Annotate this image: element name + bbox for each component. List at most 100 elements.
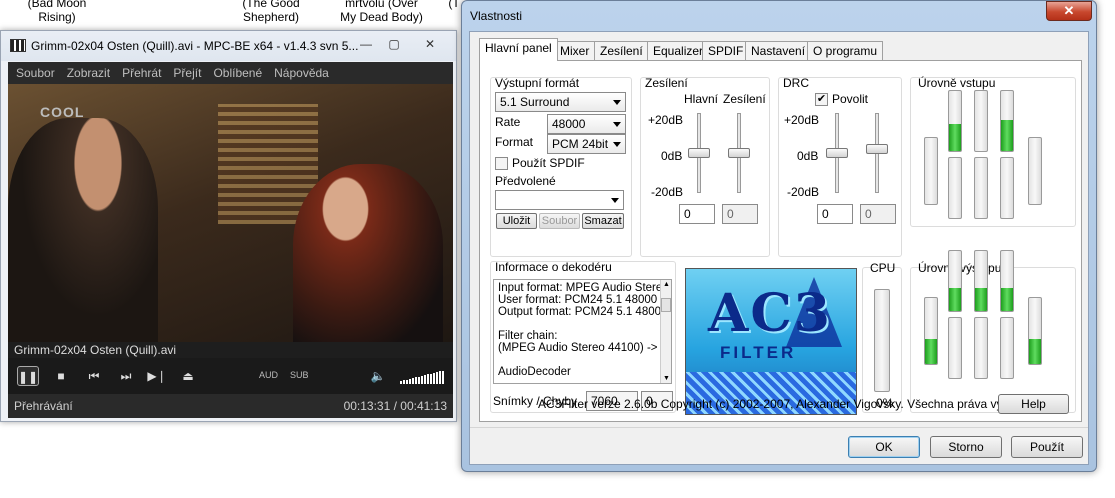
- volume-bar: [433, 372, 435, 384]
- pause-button[interactable]: ❚❚: [17, 366, 39, 386]
- menu-play[interactable]: Přehrát: [114, 62, 165, 80]
- drc-slider-2[interactable]: [866, 144, 888, 154]
- ok-button[interactable]: OK: [848, 436, 920, 458]
- drc-input-1[interactable]: 0: [817, 204, 853, 224]
- volume-bar: [442, 370, 444, 384]
- tab-spdif[interactable]: SPDIF: [702, 41, 750, 60]
- stop-button[interactable]: ■: [50, 366, 72, 386]
- eject-button[interactable]: ⏏: [177, 366, 199, 386]
- dialog-title: Vlastnosti: [470, 9, 523, 23]
- drc-slider-1[interactable]: [826, 148, 848, 158]
- mpc-window: Grimm-02x04 Osten (Quill).avi - MPC-BE x…: [0, 30, 457, 422]
- volume-bar: [409, 378, 411, 384]
- cpu-meter: [874, 289, 890, 392]
- decoder-info-text[interactable]: Input format: MPEG Audio Stereo User form…: [493, 279, 672, 384]
- previous-button[interactable]: ⏮: [83, 366, 105, 386]
- volume-bar: [400, 381, 402, 384]
- spdif-label: Použít SPDIF: [512, 156, 585, 170]
- divider: [470, 427, 1088, 428]
- bg-item-1: (Bad Moon Rising): [27, 0, 87, 24]
- dialog-close-button[interactable]: ✕: [1046, 1, 1092, 21]
- tab-gain[interactable]: Zesílení: [594, 41, 649, 60]
- volume-bar: [439, 371, 441, 384]
- input-level-meter: [974, 157, 988, 219]
- next-button[interactable]: ⏭: [115, 366, 137, 386]
- main-panel: Výstupní formát 5.1 Surround Rate 48000 …: [479, 60, 1082, 422]
- volume-bar: [406, 379, 408, 384]
- master-gain-input[interactable]: 0: [679, 204, 715, 224]
- output-level-meter: [974, 250, 988, 312]
- tab-settings[interactable]: Nastavení: [745, 41, 812, 60]
- mpc-title: Grimm-02x04 Osten (Quill).avi - MPC-BE x…: [31, 39, 359, 53]
- preset-delete-button[interactable]: Smazat: [582, 213, 624, 229]
- rate-label: Rate: [495, 115, 521, 129]
- preset-file-button[interactable]: Soubor: [539, 213, 580, 229]
- decoder-info-line: Input format: MPEG Audio Stereo: [498, 282, 669, 294]
- decoder-info-line: AudioDecoder: [498, 366, 571, 378]
- gain-master-label: Hlavní: [684, 92, 719, 106]
- cpu-label: CPU: [870, 261, 896, 275]
- close-button[interactable]: ✕: [417, 35, 443, 53]
- playback-time: 00:13:31 / 00:41:13: [343, 399, 447, 413]
- output-level-meter: [1028, 297, 1042, 365]
- output-format-select[interactable]: 5.1 Surround: [495, 92, 626, 112]
- rate-select[interactable]: 48000: [547, 114, 626, 134]
- gain-scale-mid: 0dB: [661, 149, 683, 163]
- volume-bar: [415, 377, 417, 384]
- drc-input-2[interactable]: 0: [860, 204, 896, 224]
- volume-bar: [403, 380, 405, 384]
- scroll-up-icon[interactable]: ▲: [663, 281, 670, 288]
- decoder-info-header: Informace o dekodéru: [495, 260, 612, 274]
- speaker-icon[interactable]: 🔈: [367, 366, 389, 386]
- tab-mixer[interactable]: Mixer: [554, 41, 596, 60]
- help-button[interactable]: Help: [998, 394, 1069, 414]
- subtitle-button[interactable]: SUB: [290, 370, 309, 380]
- decoder-info-line: [498, 354, 667, 366]
- decoder-info-scrollbar[interactable]: ▲ ▼: [660, 280, 671, 383]
- tab-equalizer[interactable]: Equalizer: [647, 41, 710, 60]
- gain-scale-top: +20dB: [648, 113, 684, 127]
- minimize-button[interactable]: —: [353, 35, 379, 53]
- frame-step-button[interactable]: ▶❘: [146, 366, 168, 386]
- drc-enable-checkbox[interactable]: ✔: [815, 93, 828, 106]
- tab-main-panel[interactable]: Hlavní panel: [479, 38, 558, 61]
- menu-help[interactable]: Nápověda: [266, 62, 333, 80]
- decoder-info-line: Filter chain:: [498, 330, 558, 342]
- menu-favorites[interactable]: Oblíbené: [205, 62, 266, 80]
- input-level-meter: [948, 90, 962, 152]
- seekbar[interactable]: Grimm-02x04 Osten (Quill).avi: [8, 342, 453, 358]
- volume-bar: [412, 378, 414, 384]
- controls-bar: ❚❚ ■ ⏮ ⏭ ▶❘ ⏏ AUD SUB 🔈: [8, 358, 453, 394]
- master-gain-slider[interactable]: [688, 148, 710, 158]
- presets-select[interactable]: [495, 190, 624, 210]
- scroll-down-icon[interactable]: ▼: [663, 375, 670, 382]
- cancel-button[interactable]: Storno: [930, 436, 1002, 458]
- drc-scale-top: +20dB: [784, 113, 820, 127]
- output-format-header: Výstupní formát: [495, 76, 580, 90]
- maximize-button[interactable]: ▢: [381, 35, 407, 53]
- tab-about[interactable]: O programu: [807, 41, 884, 60]
- preset-save-button[interactable]: Uložit: [496, 213, 537, 229]
- input-level-meter: [974, 90, 988, 152]
- scrollbar-thumb[interactable]: [661, 298, 671, 312]
- video-frame[interactable]: COOL: [8, 84, 453, 342]
- input-level-meter: [924, 137, 938, 205]
- input-level-meter: [948, 157, 962, 219]
- spdif-checkbox[interactable]: [495, 157, 508, 170]
- menu-navigate[interactable]: Přejít: [165, 62, 205, 80]
- mpc-titlebar[interactable]: Grimm-02x04 Osten (Quill).avi - MPC-BE x…: [1, 31, 456, 61]
- menu-view[interactable]: Zobrazit: [59, 62, 114, 80]
- gain-input[interactable]: 0: [722, 204, 758, 224]
- chevron-down-icon: [613, 100, 621, 105]
- gain-slider[interactable]: [728, 148, 750, 158]
- status-bar: Přehrávání 00:13:31 / 00:41:13: [8, 394, 453, 418]
- output-level-meter: [974, 317, 988, 379]
- input-level-meter: [1000, 157, 1014, 219]
- sample-format-select[interactable]: PCM 24bit: [547, 134, 626, 154]
- seekbar-filename: Grimm-02x04 Osten (Quill).avi: [14, 343, 177, 357]
- gain-gain-label: Zesílení: [723, 92, 766, 106]
- audio-button[interactable]: AUD: [259, 370, 278, 380]
- volume-slider[interactable]: [400, 370, 444, 384]
- menu-file[interactable]: Soubor: [8, 62, 59, 80]
- apply-button[interactable]: Použít: [1011, 436, 1083, 458]
